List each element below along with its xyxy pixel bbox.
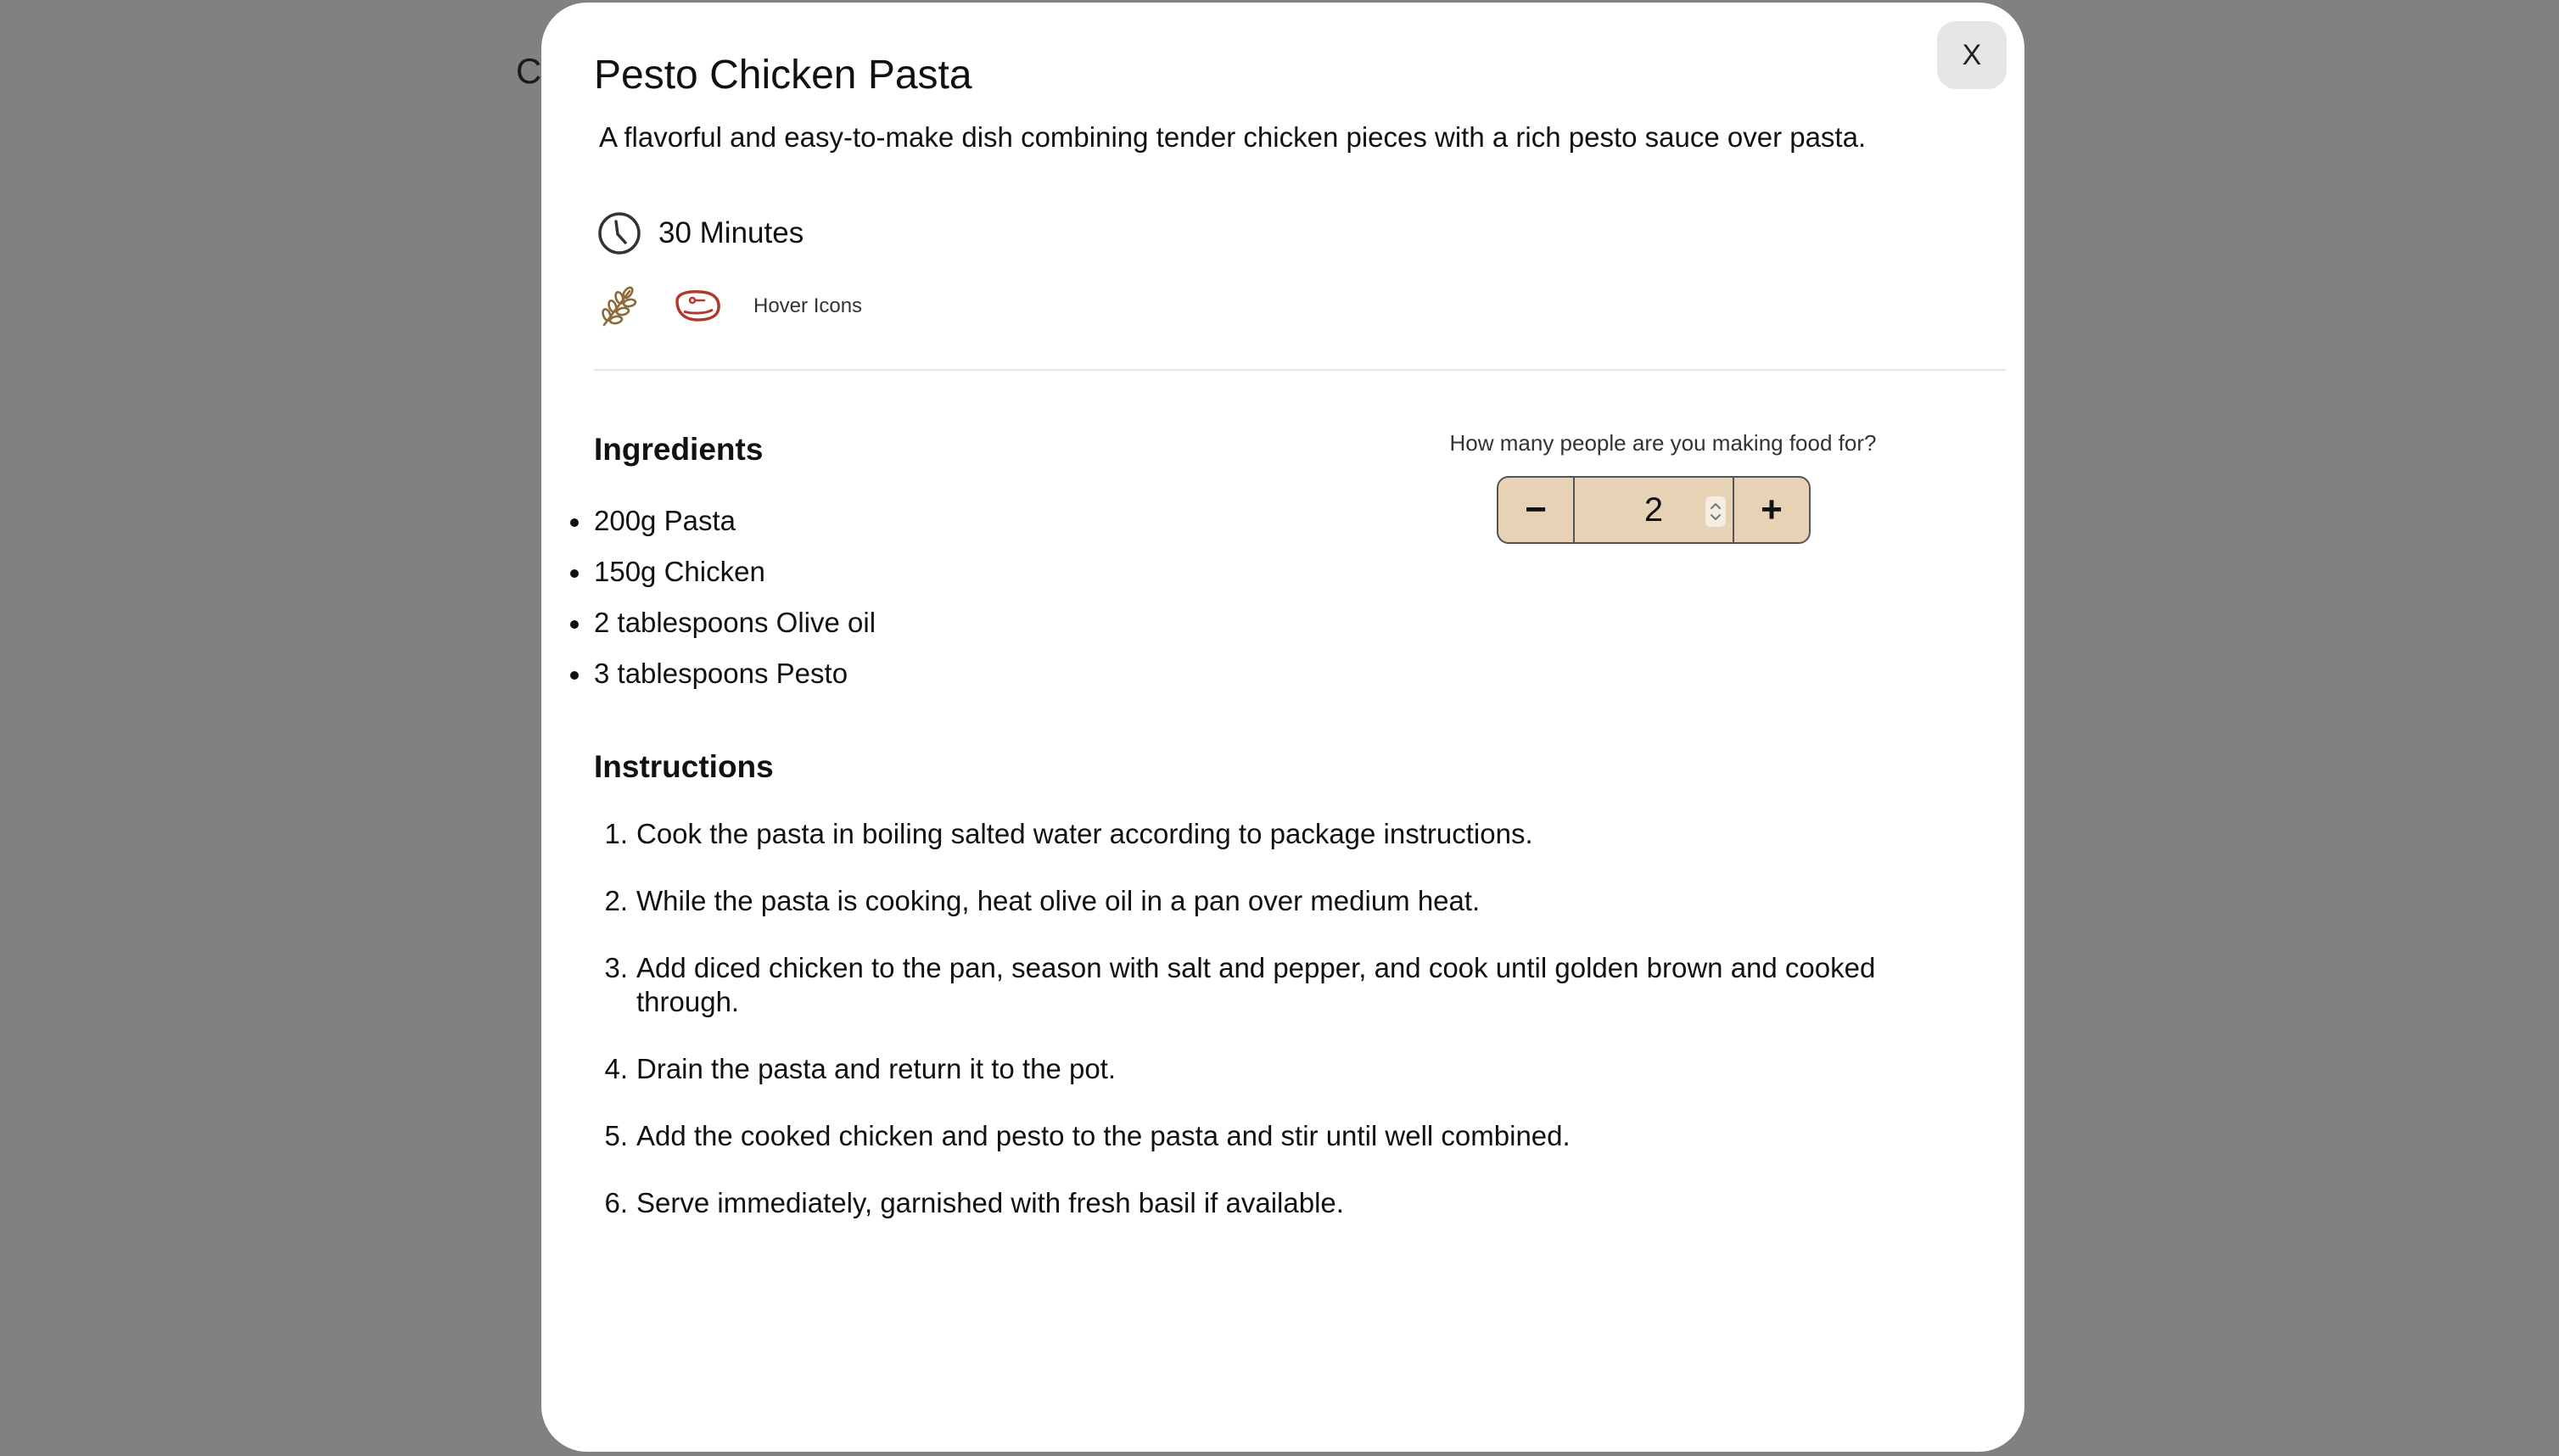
instruction-step: 4. Drain the pasta and return it to the … xyxy=(594,1052,1951,1086)
recipe-title: Pesto Chicken Pasta xyxy=(594,53,972,98)
ingredients-heading: Ingredients xyxy=(594,432,764,467)
step-text: Serve immediately, garnished with fresh … xyxy=(636,1187,1344,1218)
step-number: 5. xyxy=(604,1120,628,1151)
step-text: Add the cooked chicken and pesto to the … xyxy=(636,1120,1571,1151)
instruction-step: 1. Cook the pasta in boiling salted wate… xyxy=(594,817,1951,851)
spinner-arrows-icon[interactable] xyxy=(1705,496,1726,527)
hover-icons-label: Hover Icons xyxy=(753,294,863,317)
instructions-list: 1. Cook the pasta in boiling salted wate… xyxy=(594,817,1951,1253)
step-number: 6. xyxy=(604,1187,628,1218)
ingredient-item: 3 tablespoons Pesto xyxy=(569,652,876,703)
step-number: 4. xyxy=(604,1053,628,1084)
servings-stepper: − + xyxy=(1497,476,1811,544)
meat-icon[interactable] xyxy=(672,288,723,325)
close-button[interactable]: X xyxy=(1937,21,2007,89)
instruction-step: 2. While the pasta is cooking, heat oliv… xyxy=(594,884,1951,918)
increment-servings-button[interactable]: + xyxy=(1734,478,1809,542)
dietary-tags: Hover Icons xyxy=(597,283,862,330)
step-number: 1. xyxy=(604,818,628,849)
ingredients-list: 200g Pasta 150g Chicken 2 tablespoons Ol… xyxy=(569,500,876,703)
background-text: C xyxy=(516,51,542,91)
clock-icon xyxy=(597,211,641,255)
recipe-description: A flavorful and easy-to-make dish combin… xyxy=(599,121,1867,153)
instructions-heading: Instructions xyxy=(594,749,774,784)
step-number: 2. xyxy=(604,885,628,916)
ingredient-item: 150g Chicken xyxy=(569,551,876,602)
step-number: 3. xyxy=(604,952,628,983)
cook-time-text: 30 Minutes xyxy=(658,216,804,249)
wheat-icon[interactable] xyxy=(597,284,638,328)
servings-value-wrap xyxy=(1573,478,1734,542)
cook-time: 30 Minutes xyxy=(597,210,804,257)
instruction-step: 3. Add diced chicken to the pan, season … xyxy=(594,951,1951,1019)
ingredient-item: 200g Pasta xyxy=(569,500,876,551)
recipe-modal: X Pesto Chicken Pasta A flavorful and ea… xyxy=(541,3,2024,1452)
instruction-step: 6. Serve immediately, garnished with fre… xyxy=(594,1186,1951,1220)
servings-question: How many people are you making food for? xyxy=(1449,430,1877,456)
step-text: Drain the pasta and return it to the pot… xyxy=(636,1053,1117,1084)
divider xyxy=(594,369,2006,371)
ingredient-item: 2 tablespoons Olive oil xyxy=(569,602,876,652)
step-text: Add diced chicken to the pan, season wit… xyxy=(636,952,1876,1017)
instruction-step: 5. Add the cooked chicken and pesto to t… xyxy=(594,1119,1951,1153)
decrement-servings-button[interactable]: − xyxy=(1498,478,1573,542)
step-text: While the pasta is cooking, heat olive o… xyxy=(636,885,1481,916)
step-text: Cook the pasta in boiling salted water a… xyxy=(636,818,1533,849)
